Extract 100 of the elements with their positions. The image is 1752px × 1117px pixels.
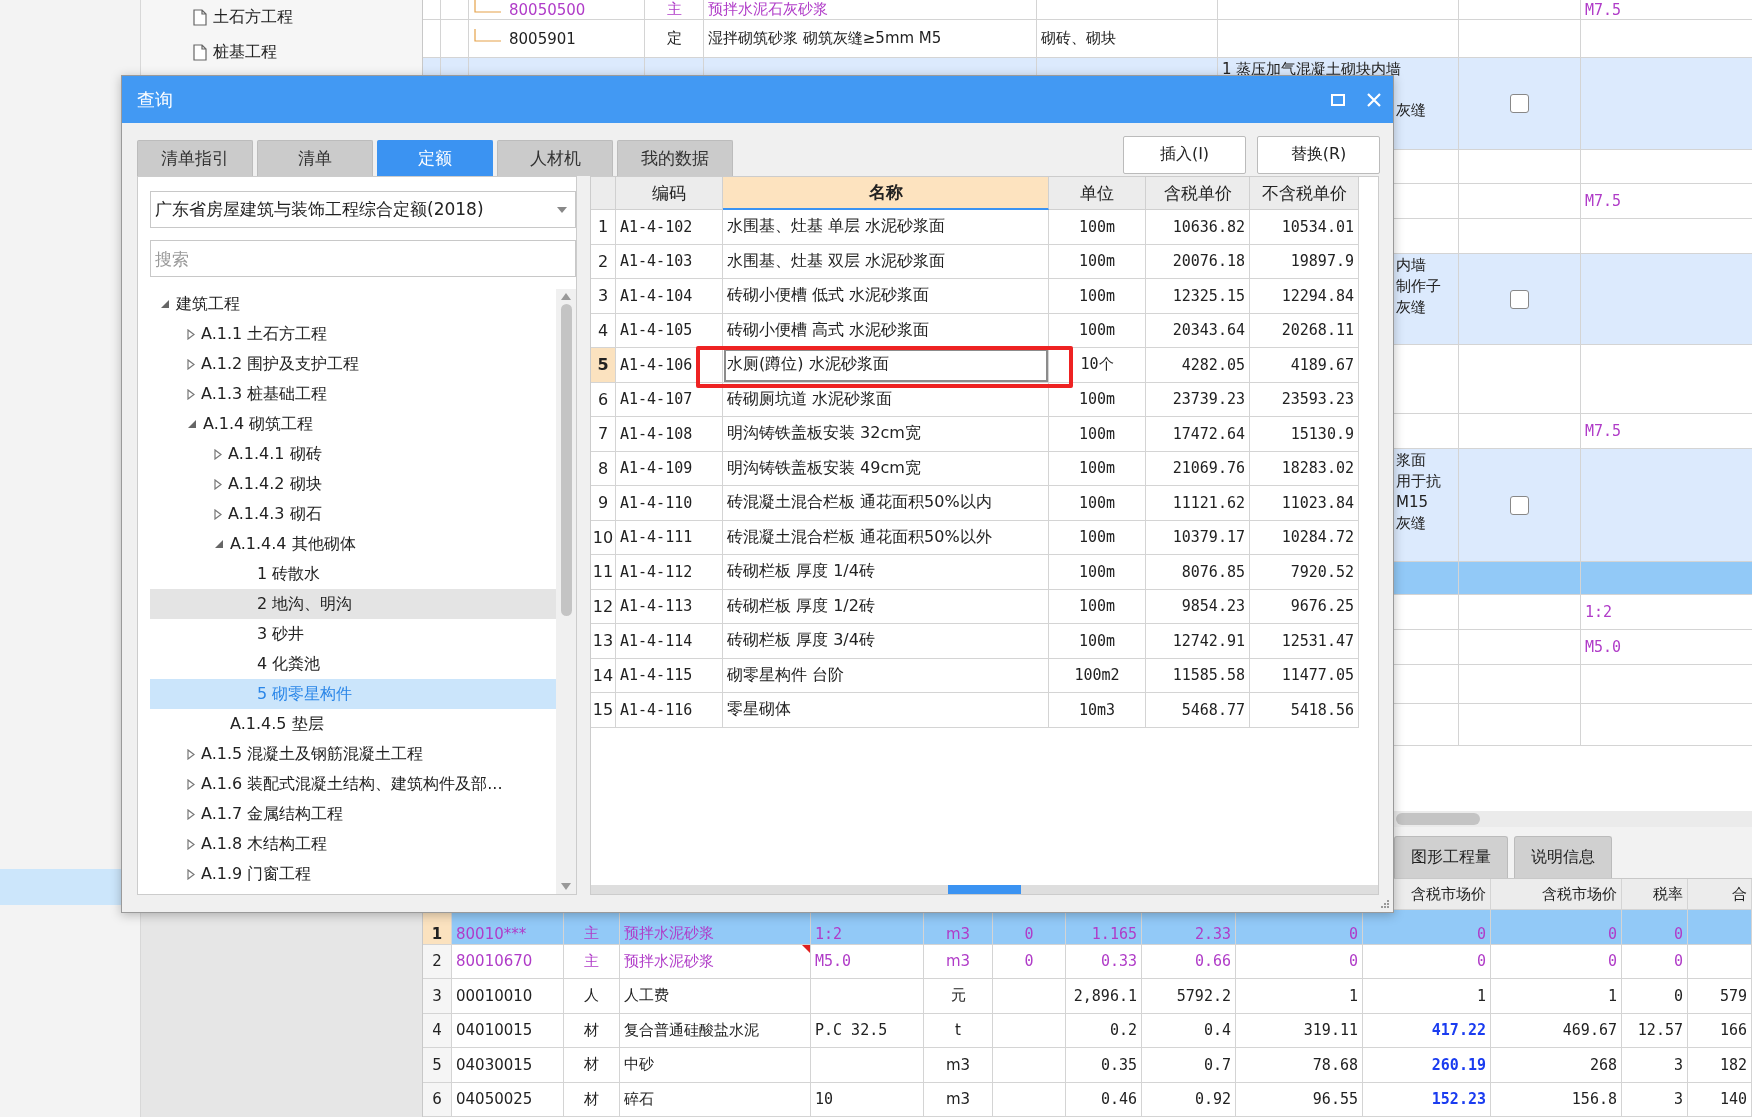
dialog-button[interactable]: 替换(R) [1257,135,1380,174]
tree-item[interactable]: A.1.4 砌筑工程 [150,409,556,439]
table-row[interactable]: 9 A1-4-110 砖混凝土混合栏板 通花面积50%以内 100m 11121.62 11023.84 [591,486,1359,521]
checkbox[interactable] [1510,495,1529,515]
row-number: 12 [591,589,616,624]
row-number: 3 [591,279,616,314]
tab[interactable]: 说明信息 [1514,836,1612,878]
expand-arrow-icon[interactable] [214,478,222,490]
table-row[interactable]: 8005901 定 湿拌砌筑砂浆 砌筑灰缝≥5mm M5 砌砖、砌块 [423,20,1752,58]
table-row[interactable]: 5 04030015 材 中砂 m3 0.35 0.7 78.68 260.19 268 3 182 [423,1048,1752,1083]
expand-arrow-icon[interactable] [187,358,195,370]
table-row[interactable]: 6 04050025 材 碎石 10 m3 0.46 0.92 96.55 152.23 156.8 3 140 [423,1082,1752,1117]
expand-arrow-icon[interactable] [187,388,195,400]
tree-item[interactable]: A.1.4.1 砌砖 [150,439,556,469]
table-row[interactable]: 2 A1-4-103 水围基、灶基 双层 水泥砂浆面 100m 20076.18 19897.9 [591,244,1359,279]
column-header[interactable]: 含税单价 [1146,177,1250,210]
expand-arrow-icon[interactable] [187,748,195,760]
row-number: 5 [432,1055,442,1074]
table-cell: 21069.76 [1146,451,1250,486]
library-dropdown[interactable]: 广东省房屋建筑与装饰工程综合定额(2018) [150,191,576,228]
column-header[interactable]: 名称 [723,177,1049,210]
tab[interactable]: 人材机 [497,140,613,176]
collapse-arrow-icon[interactable] [187,419,197,429]
tree-item[interactable]: A.1.4.5 垫层 [150,709,556,739]
table-row[interactable]: 2 80010670 主 预拌水泥砂浆 M5.0 m3 0 0.33 0.66 0 0 0 0 [423,944,1752,979]
tree-item[interactable]: A.1.2 围护及支护工程 [150,349,556,379]
resize-grip-icon[interactable] [1380,899,1390,909]
table-row[interactable]: 10 A1-4-111 砖混凝土混合栏板 通花面积50%以外 100m 10379.17 10284.72 [591,520,1359,555]
expand-arrow-icon[interactable] [187,808,195,820]
scrollbar[interactable] [556,289,576,894]
table-cell: 1.165 [1091,924,1137,943]
collapse-arrow-icon[interactable] [160,299,170,309]
tree-item[interactable]: A.1.8 木结构工程 [150,829,556,859]
checkbox[interactable] [1510,94,1529,113]
table-row[interactable]: 7 A1-4-108 明沟铸铁盖板安装 32cm宽 100m 17472.64 15130.9 [591,417,1359,452]
scroll-up-icon[interactable] [561,293,571,300]
table-row[interactable]: 1 80010*** 主 预拌水泥砂浆 1:2 m3 0 1.165 2.33 0 0 0 0 [423,910,1752,945]
table-row[interactable]: 5 A1-4-106 水厕(蹲位) 水泥砂浆面 10个 4282.05 4189.67 [591,348,1359,383]
tree-item[interactable]: A.1.3 桩基础工程 [150,379,556,409]
dialog-button[interactable]: 插入(I) [1123,135,1246,174]
tab[interactable]: 图形工程量 [1394,836,1508,878]
document-icon [193,9,207,26]
table-cell: 04030015 [456,1055,533,1074]
tree-item[interactable]: A.1.4.2 砌块 [150,469,556,499]
search-field[interactable]: 搜索 [150,240,576,277]
table-row[interactable]: 6 A1-4-107 砖砌厕坑道 水泥砂浆面 100m 23739.23 23593.23 [591,382,1359,417]
table-row[interactable]: 11 A1-4-112 砖砌栏板 厚度 1/4砖 100m 8076.85 7920.52 [591,555,1359,590]
tree-item[interactable]: A.1.1 土石方工程 [150,319,556,349]
sidebar-item[interactable]: 桩基工程 [141,35,422,70]
table-cell: 水厕(蹲位) 水泥砂浆面 [723,348,1049,383]
table-row[interactable]: 13 A1-4-114 砖砌栏板 厚度 3/4砖 100m 12742.91 12531.47 [591,624,1359,659]
scrollbar-thumb[interactable] [1396,813,1480,825]
tree-item[interactable]: 1 砖散水 [150,559,556,589]
table-cell: A1-4-113 [616,589,723,624]
table-cell: 0.46 [1100,1090,1137,1109]
table-row[interactable]: 1 A1-4-102 水围基、灶基 单层 水泥砂浆面 100m 10636.82 10534.01 [591,210,1359,245]
expand-arrow-icon[interactable] [187,328,195,340]
expand-arrow-icon[interactable] [187,838,195,850]
maximize-icon[interactable] [1331,93,1345,106]
table-row[interactable]: 8 A1-4-109 明沟铸铁盖板安装 49cm宽 100m 21069.76 18283.02 [591,451,1359,486]
table-row[interactable]: 3 00010010 人 人工费 元 2,896.1 5792.2 1 1 1 0 579 [423,979,1752,1014]
table-cell: 100m [1049,555,1146,590]
tree-item[interactable]: A.1.5 混凝土及钢筋混凝土工程 [150,739,556,769]
table-row[interactable]: 80050500 主 预拌水泥石灰砂浆 M7.5 [423,0,1752,20]
table-cell: A1-4-116 [616,693,723,728]
tab[interactable]: 清单 [257,140,373,176]
column-header[interactable]: 编码 [616,177,723,210]
expand-arrow-icon[interactable] [187,868,195,880]
tree-item[interactable]: A.1.4.4 其他砌体 [150,529,556,559]
tree-item[interactable]: 2 地沟、明沟 [150,589,556,619]
scroll-down-icon[interactable] [561,883,571,890]
tab[interactable]: 我的数据 [617,140,733,176]
table-row[interactable]: 3 A1-4-104 砖砌小便槽 低式 水泥砂浆面 100m 12325.15 12294.84 [591,279,1359,314]
column-header: 含税市场价 [1542,884,1617,904]
close-icon[interactable] [1367,92,1381,107]
tree-item[interactable]: 3 砂井 [150,619,556,649]
table-cell: 复合普通硅酸盐水泥 [624,1020,759,1040]
table-cell: 11121.62 [1146,486,1250,521]
sidebar-item[interactable]: 土石方工程 [141,0,422,35]
table-cell: 04050025 [456,1090,533,1109]
collapse-arrow-icon[interactable] [214,539,224,549]
table-row[interactable]: 4 A1-4-105 砖砌小便槽 高式 水泥砂浆面 100m 20343.64 20268.11 [591,313,1359,348]
tree-item[interactable]: A.1.4.3 砌石 [150,499,556,529]
table-row[interactable]: 12 A1-4-113 砖砌栏板 厚度 1/2砖 100m 9854.23 9676.25 [591,589,1359,624]
column-header[interactable]: 不含税单价 [1250,177,1359,210]
expand-arrow-icon[interactable] [187,778,195,790]
tree-item[interactable]: A.1.7 金属结构工程 [150,799,556,829]
table-row[interactable]: 4 04010015 材 复合普通硅酸盐水泥 P.C 32.5 t 0.2 0.4 319.11 417.22 469.67 12.57 166 [423,1013,1752,1048]
checkbox[interactable] [1510,289,1529,309]
table-row[interactable]: 14 A1-4-115 砌零星构件 台阶 100m2 11585.58 11477.05 [591,658,1359,693]
expand-arrow-icon[interactable] [214,508,222,520]
column-header[interactable]: 单位 [1049,177,1146,210]
tree-item[interactable]: A.1.9 门窗工程 [150,859,556,889]
tree-item[interactable]: 4 化粪池 [150,649,556,679]
tree-item[interactable]: 建筑工程 [150,289,556,319]
expand-arrow-icon[interactable] [214,448,222,460]
scroll-handle[interactable] [948,885,1021,894]
table-row[interactable]: 15 A1-4-116 零星砌体 10m3 5468.77 5418.56 [591,693,1359,728]
tab[interactable]: 清单指引 [137,140,253,176]
tree-item[interactable]: A.1.6 装配式混凝土结构、建筑构件及部... [150,769,556,799]
